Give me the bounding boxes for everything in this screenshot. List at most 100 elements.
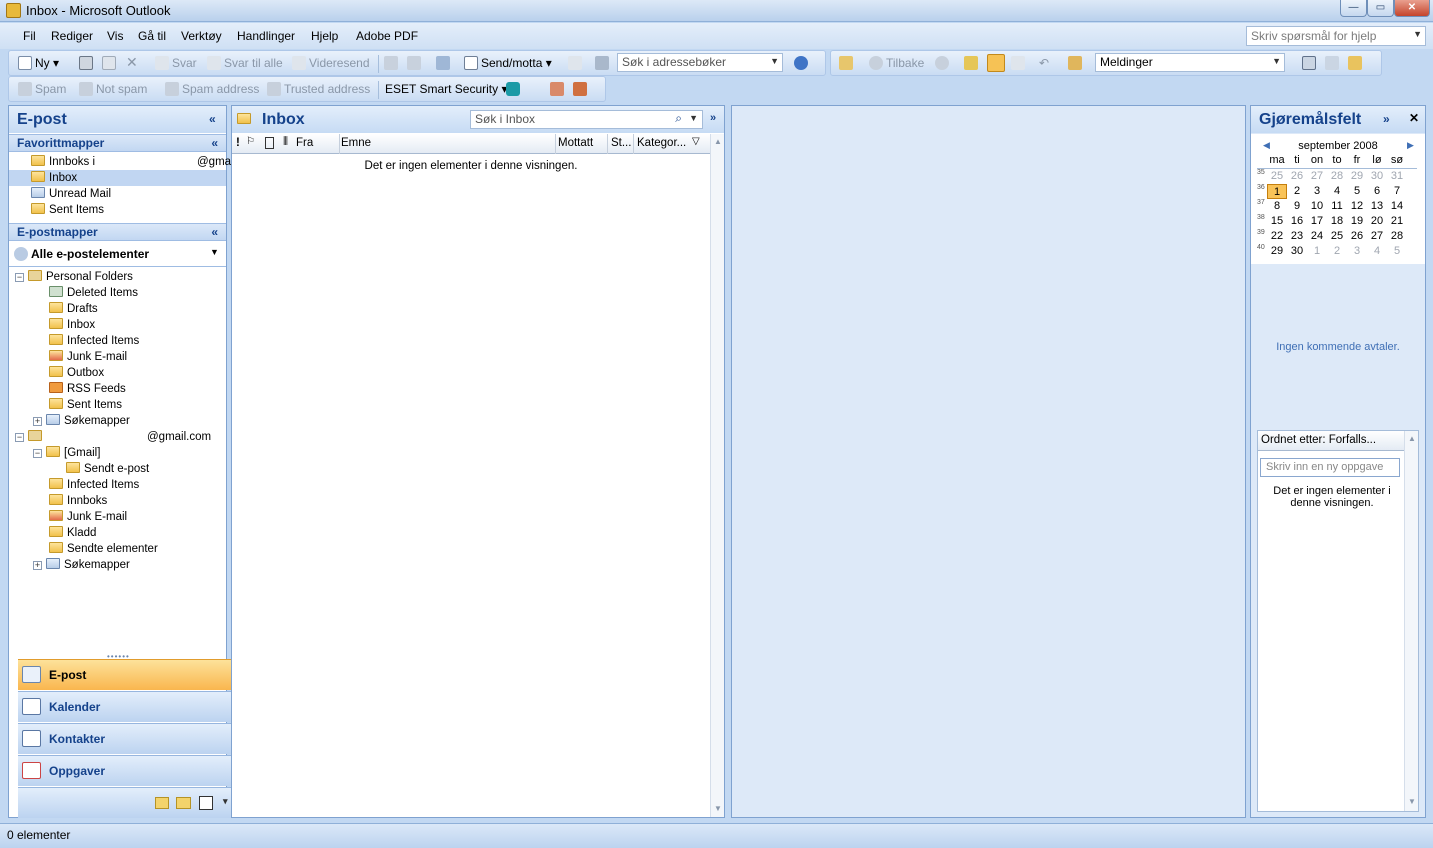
home-button[interactable] — [1068, 56, 1085, 70]
followup-button[interactable] — [407, 56, 424, 70]
tree-item[interactable]: Sendt e-post — [66, 461, 149, 477]
undo-button[interactable]: ↶ — [1039, 56, 1049, 70]
folder-list-icon[interactable] — [176, 797, 191, 809]
calendar-day[interactable]: 9 — [1287, 199, 1307, 214]
tree-item[interactable]: + Søkemapper — [33, 413, 130, 429]
calendar-day[interactable]: 1 — [1307, 244, 1327, 259]
forward-nav-button[interactable] — [935, 56, 952, 70]
close-button[interactable]: ✕ — [1394, 0, 1430, 17]
eset-menu-button[interactable]: ESET Smart Security ▾ — [385, 82, 508, 96]
addin-button-2[interactable] — [573, 82, 590, 96]
week-number[interactable]: 37 — [1257, 199, 1267, 214]
calendar-day[interactable]: 4 — [1367, 244, 1387, 259]
tree-item[interactable]: Inbox — [49, 317, 95, 333]
favorite-item[interactable]: Innboks i @gma — [31, 154, 231, 170]
favorites-header[interactable]: Favorittmapper « — [9, 134, 226, 152]
calendar-day[interactable]: 11 — [1327, 199, 1347, 214]
nav-button-mail[interactable]: E-post — [18, 659, 235, 690]
calendar-day[interactable]: 25 — [1267, 169, 1287, 184]
reminder-column[interactable]: ⚐ — [246, 136, 255, 147]
forward-button[interactable]: Videresend — [292, 56, 370, 70]
filter-button[interactable] — [1325, 56, 1342, 70]
addin-button-1[interactable] — [550, 82, 567, 96]
task-sort-header[interactable]: Ordnet etter: Forfalls... — [1258, 431, 1404, 451]
categorize-button[interactable] — [384, 56, 401, 70]
menu-vis[interactable]: Vis — [107, 29, 123, 43]
calendar-day[interactable]: 28 — [1387, 229, 1407, 244]
inbox-search-input[interactable]: Søk i Inbox ⌕ ▼ — [470, 110, 703, 129]
tree-item[interactable]: RSS Feeds — [49, 381, 126, 397]
calendar-day[interactable]: 3 — [1347, 244, 1367, 259]
calendar-day[interactable]: 26 — [1347, 229, 1367, 244]
menu-ga-til[interactable]: Gå til — [138, 29, 166, 43]
attachment-column[interactable]: ⦀ — [283, 136, 288, 149]
search-icon[interactable]: ⌕ — [675, 111, 682, 126]
calendar-day[interactable]: 29 — [1347, 169, 1367, 184]
calendar-day[interactable]: 16 — [1287, 214, 1307, 229]
shortcuts-icon[interactable] — [199, 796, 213, 810]
spam-button[interactable]: Spam — [18, 82, 66, 96]
category-column[interactable]: Kategor... — [637, 137, 686, 149]
calendar-day[interactable]: 24 — [1307, 229, 1327, 244]
minimize-button[interactable]: — — [1340, 0, 1367, 17]
maximize-button[interactable]: ▭ — [1367, 0, 1394, 17]
calendar-day[interactable]: 20 — [1367, 214, 1387, 229]
tree-item[interactable]: Junk E-mail — [49, 349, 127, 365]
week-number[interactable]: 35 — [1257, 169, 1267, 184]
calendar-day[interactable]: 28 — [1327, 169, 1347, 184]
filter-column-icon[interactable]: ▽ — [692, 136, 700, 147]
tree-item[interactable]: Infected Items — [49, 333, 139, 349]
address-book-button[interactable] — [595, 56, 612, 70]
menu-handlinger[interactable]: Handlinger — [237, 29, 295, 43]
calendar-day[interactable]: 23 — [1287, 229, 1307, 244]
reply-all-button[interactable]: Svar til alle — [207, 56, 283, 70]
calendar-day[interactable]: 5 — [1347, 184, 1367, 199]
view-select[interactable]: Meldinger ▼ — [1095, 53, 1285, 72]
menu-hjelp[interactable]: Hjelp — [311, 29, 338, 43]
calendar-day[interactable]: 30 — [1287, 244, 1307, 259]
calendar-day[interactable]: 6 — [1367, 184, 1387, 199]
favorite-item[interactable]: Sent Items — [31, 202, 104, 218]
calendar-day[interactable]: 14 — [1387, 199, 1407, 214]
preview-button[interactable] — [1011, 56, 1028, 70]
calendar-day[interactable]: 2 — [1327, 244, 1347, 259]
help-search-input[interactable]: Skriv spørsmål for hjelp ▼ — [1246, 26, 1426, 46]
nav-button-tasks[interactable]: Oppgaver — [18, 755, 235, 786]
tree-item[interactable]: Sendte elementer — [49, 541, 158, 557]
tree-item[interactable]: Deleted Items — [49, 285, 138, 301]
tree-item[interactable]: + Søkemapper — [33, 557, 130, 573]
week-number[interactable]: 36 — [1257, 184, 1267, 199]
close-todo-icon[interactable]: ✕ — [1409, 111, 1419, 125]
subject-column[interactable]: Emne — [341, 137, 371, 149]
nav-button-calendar[interactable]: Kalender — [18, 691, 235, 722]
from-column[interactable]: Fra — [296, 137, 313, 149]
search-options-icon[interactable]: ▼ — [689, 113, 698, 123]
calendar-day[interactable]: 2 — [1287, 184, 1307, 199]
tree-item[interactable]: Infected Items — [49, 477, 139, 493]
calendar-day[interactable]: 10 — [1307, 199, 1327, 214]
calendar-day-today[interactable]: 1 — [1267, 184, 1287, 199]
importance-column[interactable]: ! — [236, 137, 240, 149]
scroll-up-icon[interactable]: ▲ — [714, 137, 722, 146]
nav-button-contacts[interactable]: Kontakter — [18, 723, 235, 754]
tree-item[interactable]: Kladd — [49, 525, 96, 541]
menu-adobe-pdf[interactable]: Adobe PDF — [356, 29, 418, 43]
move-button[interactable] — [102, 56, 119, 70]
up-folder-button[interactable] — [964, 56, 981, 70]
layout-button[interactable] — [1302, 56, 1319, 70]
scroll-up-icon[interactable]: ▲ — [1408, 434, 1416, 443]
calendar-day[interactable]: 30 — [1367, 169, 1387, 184]
tree-item[interactable]: − Personal Folders — [15, 269, 133, 285]
send-receive-button[interactable]: Send/motta ▾ — [464, 56, 552, 70]
configure-buttons-icon[interactable]: ▾ — [223, 796, 228, 807]
received-column[interactable]: Mottatt — [558, 137, 593, 149]
new-task-input[interactable]: Skriv inn en ny oppgave — [1260, 458, 1400, 477]
delete-button[interactable]: ✕ — [126, 54, 138, 71]
address-search-input[interactable]: Søk i adressebøker ▼ — [617, 53, 783, 72]
calendar-day[interactable]: 5 — [1387, 244, 1407, 259]
week-number[interactable]: 40 — [1257, 244, 1267, 259]
trusted-address-button[interactable]: Trusted address — [267, 82, 370, 96]
calendar-day[interactable]: 31 — [1387, 169, 1407, 184]
help-button[interactable] — [794, 56, 811, 70]
eset-button[interactable] — [506, 82, 523, 96]
